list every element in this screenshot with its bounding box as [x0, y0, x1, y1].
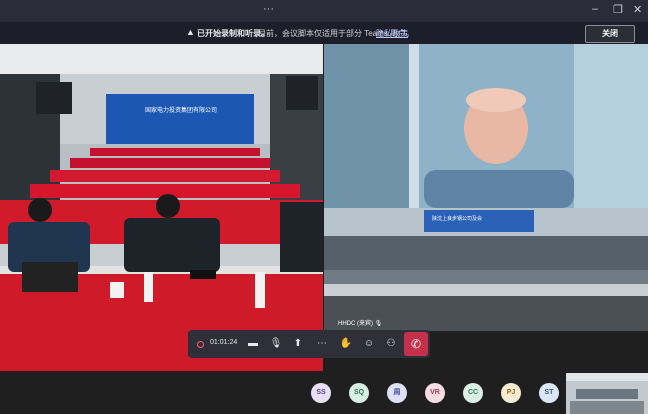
second-room-video: 陕沈上良步钢公司及会 [324, 208, 648, 331]
room-sign-text: 国家电力投资集团有限公司 [145, 106, 217, 114]
close-window-icon[interactable]: ✕ [633, 3, 642, 16]
more-options-icon[interactable]: ⋯ [315, 337, 329, 351]
participant-avatar[interactable]: SQ [349, 383, 369, 403]
warning-icon: ▲ [186, 27, 195, 37]
meeting-timer: 01:01:24 [210, 339, 238, 346]
room2-sign-text: 陕沈上良步钢公司及会 [432, 215, 482, 222]
window-titlebar: ··· – ❐ ✕ [0, 0, 648, 22]
video-tile-conference-room[interactable]: 国家电力投资集团有限公司 [0, 44, 323, 371]
participant-avatar[interactable]: PJ [501, 383, 521, 403]
participant-avatar[interactable]: SS [311, 383, 331, 403]
meeting-controls-bar: 01:01:24 ▬ 🎙 ⬆ ⋯ ✋ ☺ ⚇ ✆ [188, 330, 430, 358]
hang-up-button[interactable]: ✆ [404, 332, 428, 356]
restore-icon[interactable]: ❐ [613, 3, 623, 16]
participant-avatar[interactable]: 周 [387, 383, 407, 403]
participant-video [324, 44, 648, 208]
mic-muted-icon[interactable]: 🎙 [269, 337, 283, 351]
minimize-icon[interactable]: – [592, 3, 598, 15]
camera-icon[interactable]: ▬ [246, 337, 260, 351]
video-tile-second-room[interactable]: 陕沈上良步钢公司及会 [324, 208, 648, 331]
recording-banner: ▲ 已开始录制和听录。 目前，会议脚本仅适用于部分 Teams 用户。 隐私政策… [0, 22, 648, 44]
share-screen-icon[interactable]: ⬆ [291, 337, 305, 351]
participant-avatar[interactable]: CC [463, 383, 483, 403]
raise-hand-icon[interactable]: ✋ [339, 337, 353, 351]
banner-close-button[interactable]: 关闭 [585, 25, 635, 43]
self-view-thumbnail[interactable] [566, 373, 648, 414]
participants-icon[interactable]: ⚇ [384, 337, 398, 351]
mic-off-icon: 🎙 [374, 321, 383, 327]
participant-avatar[interactable]: VR [425, 383, 445, 403]
participant-name-tag: HHDC (来宾) 🎙 [338, 321, 383, 327]
dots-icon[interactable]: ··· [263, 3, 274, 15]
reactions-icon[interactable]: ☺ [362, 337, 376, 351]
privacy-policy-link[interactable]: 隐私政策 [376, 28, 408, 39]
recording-dot-icon [197, 341, 204, 348]
self-view-video [566, 373, 648, 414]
video-tile-remote-participant[interactable] [324, 44, 648, 208]
conference-room-video: 国家电力投资集团有限公司 [0, 44, 323, 371]
participant-avatar[interactable]: ST [539, 383, 559, 403]
